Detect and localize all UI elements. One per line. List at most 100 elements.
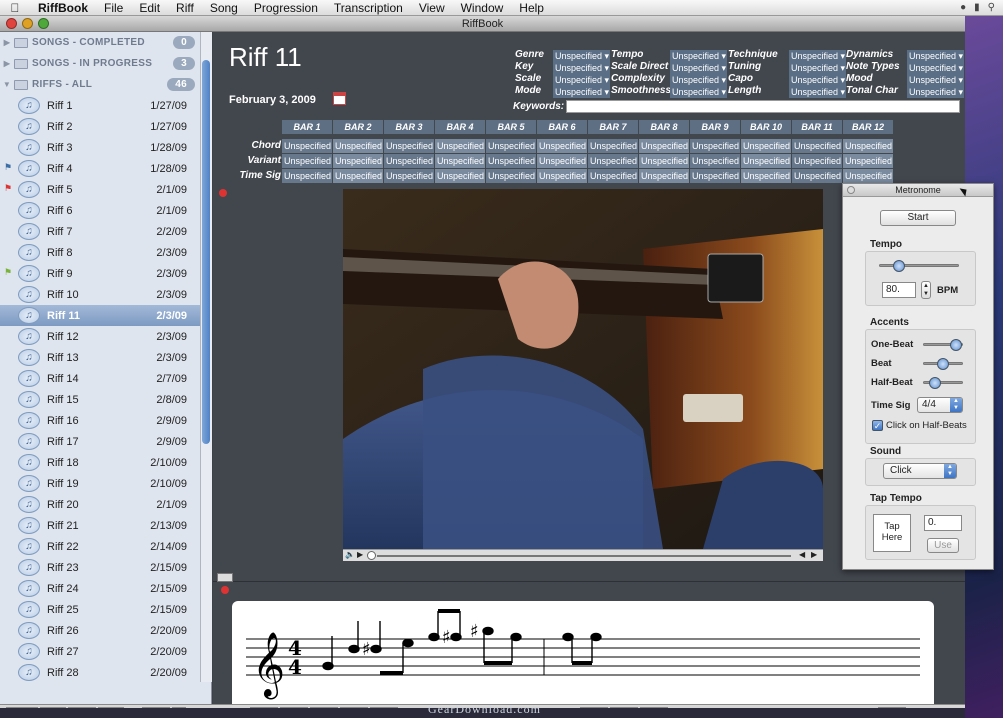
meta-value-dropdown[interactable]: Unspecified ▾ (789, 62, 846, 74)
meta-value-dropdown[interactable]: Unspecified ▾ (907, 74, 964, 86)
bar-cell-dropdown[interactable]: Unspecified ▾ (639, 139, 689, 153)
list-item[interactable]: ♫ Riff 27 2/20/09 (0, 641, 211, 662)
battery-icon[interactable]: ▮ (974, 2, 980, 13)
flag-dropdown-button[interactable]: ▾ (172, 707, 186, 708)
one-beat-slider-knob[interactable] (950, 339, 962, 351)
menu-file[interactable]: File (96, 1, 131, 15)
bar-cell-dropdown[interactable]: Unspecified ▾ (435, 139, 485, 153)
group-songs-in-progress[interactable]: ▶ SONGS - IN PROGRESS 3 (0, 53, 211, 74)
notes-button[interactable]: ✎ (250, 707, 278, 708)
menu-app[interactable]: RiffBook (30, 1, 96, 15)
bar-cell-dropdown[interactable]: Unspecified ▾ (435, 169, 485, 183)
bar-cell-dropdown[interactable]: Unspecified ▾ (384, 169, 434, 183)
bar-cell-dropdown[interactable]: Unspecified ▾ (537, 154, 587, 168)
rewind-icon[interactable]: ◀ (799, 550, 805, 559)
menu-view[interactable]: View (411, 1, 453, 15)
bar-cell-dropdown[interactable]: Unspecified ▾ (588, 139, 638, 153)
bar-cell-dropdown[interactable]: Unspecified ▾ (384, 139, 434, 153)
bar-cell-dropdown[interactable]: Unspecified ▾ (843, 139, 893, 153)
bar-cell-dropdown[interactable]: Unspecified ▾ (690, 154, 740, 168)
list-item[interactable]: ⚑ ♫ Riff 9 2/3/09 (0, 263, 211, 284)
sidebar-scroll-thumb[interactable] (202, 60, 210, 444)
bar-cell-dropdown[interactable]: Unspecified ▾ (792, 139, 842, 153)
bar-cell-dropdown[interactable]: Unspecified ▾ (537, 139, 587, 153)
record-audio-button[interactable]: 🎤 (280, 707, 308, 708)
bar-cell-dropdown[interactable]: Unspecified ▾ (639, 154, 689, 168)
bar-cell-dropdown[interactable]: Unspecified ▾ (333, 139, 383, 153)
status-icon[interactable]: ● (960, 2, 966, 13)
meta-value-dropdown[interactable]: Unspecified ▾ (907, 86, 964, 98)
meta-value-dropdown[interactable]: Unspecified ▾ (553, 74, 610, 86)
bar-cell-dropdown[interactable]: Unspecified ▾ (792, 169, 842, 183)
menu-progression[interactable]: Progression (246, 1, 326, 15)
bar-cell-dropdown[interactable]: Unspecified ▾ (741, 139, 791, 153)
bar-cell-dropdown[interactable]: Unspecified ▾ (282, 169, 332, 183)
menu-window[interactable]: Window (453, 1, 512, 15)
list-item[interactable]: ♫ Riff 11 2/3/09 (0, 305, 211, 326)
apple-icon[interactable]:  (0, 1, 30, 15)
list-item[interactable]: ♫ Riff 23 2/15/09 (0, 557, 211, 578)
scrubber-track[interactable] (377, 555, 791, 557)
list-item[interactable]: ♫ Riff 22 2/14/09 (0, 536, 211, 557)
bar-cell-dropdown[interactable]: Unspecified ▾ (588, 154, 638, 168)
minimize-button[interactable] (22, 18, 33, 29)
list-item[interactable]: ♫ Riff 16 2/9/09 (0, 410, 211, 431)
meta-value-dropdown[interactable]: Unspecified ▾ (553, 50, 610, 62)
menu-transcription[interactable]: Transcription (326, 1, 411, 15)
metronome-button[interactable]: △ (878, 707, 906, 708)
disclosure-down-icon[interactable]: ▼ (0, 80, 14, 89)
scrubber-knob[interactable] (367, 551, 376, 560)
bar-cell-dropdown[interactable]: Unspecified ▾ (333, 169, 383, 183)
bar-cell-dropdown[interactable]: Unspecified ▾ (486, 169, 536, 183)
bar-cell-dropdown[interactable]: Unspecified ▾ (741, 154, 791, 168)
bar-cell-dropdown[interactable]: Unspecified ▾ (282, 154, 332, 168)
meta-value-dropdown[interactable]: Unspecified ▾ (789, 50, 846, 62)
list-item[interactable]: ♫ Riff 25 2/15/09 (0, 599, 211, 620)
view-list-button[interactable]: ☰ (580, 707, 608, 708)
view-grid-button[interactable]: ⋯ (640, 707, 668, 708)
list-item[interactable]: ⚑ ♫ Riff 5 2/1/09 (0, 179, 211, 200)
list-item[interactable]: ♫ Riff 12 2/3/09 (0, 326, 211, 347)
spotlight-icon[interactable]: ⚲ (988, 2, 995, 13)
tempo-slider-track[interactable] (879, 264, 959, 267)
group-songs-completed[interactable]: ▶ SONGS - COMPLETED 0 (0, 32, 211, 53)
bar-cell-dropdown[interactable]: Unspecified ▾ (741, 169, 791, 183)
notation-button[interactable]: ♫ (340, 707, 368, 708)
pane-toggle-icon[interactable] (217, 573, 233, 582)
list-item[interactable]: ♫ Riff 1 1/27/09 (0, 95, 211, 116)
flag-icon[interactable]: ⚑ (4, 267, 12, 278)
list-item[interactable]: ♫ Riff 24 2/15/09 (0, 578, 211, 599)
tap-here-button[interactable]: Tap Here (873, 514, 911, 552)
bar-cell-dropdown[interactable]: Unspecified ▾ (486, 154, 536, 168)
time-sig-select[interactable]: 4/4 ▲ ▼ (917, 397, 963, 413)
meta-value-dropdown[interactable]: Unspecified ▾ (789, 74, 846, 86)
list-item[interactable]: ♫ Riff 20 2/1/09 (0, 494, 211, 515)
list-item[interactable]: ♫ Riff 28 2/20/09 (0, 662, 211, 683)
zoom-button[interactable] (38, 18, 49, 29)
bar-cell-dropdown[interactable]: Unspecified ▾ (690, 139, 740, 153)
tempo-slider-knob[interactable] (893, 260, 905, 272)
bar-cell-dropdown[interactable]: Unspecified ▾ (843, 169, 893, 183)
list-item[interactable]: ⚑ ♫ Riff 4 1/28/09 (0, 158, 211, 179)
bar-cell-dropdown[interactable]: Unspecified ▾ (282, 139, 332, 153)
bar-cell-dropdown[interactable]: Unspecified ▾ (537, 169, 587, 183)
add-menu-button[interactable]: +▾ (6, 707, 38, 708)
meta-value-dropdown[interactable]: Unspecified ▾ (553, 62, 610, 74)
tempo-input[interactable]: 80. (882, 282, 916, 298)
meta-value-dropdown[interactable]: Unspecified ▾ (670, 50, 727, 62)
list-item[interactable]: ♫ Riff 3 1/28/09 (0, 137, 211, 158)
disclosure-right-icon[interactable]: ▶ (0, 38, 14, 47)
use-button[interactable]: Use (927, 538, 959, 553)
list-item[interactable]: ♫ Riff 8 2/3/09 (0, 242, 211, 263)
bar-cell-dropdown[interactable]: Unspecified ▾ (843, 154, 893, 168)
tap-tempo-input[interactable]: 0. (924, 515, 962, 531)
bar-cell-dropdown[interactable]: Unspecified ▾ (588, 169, 638, 183)
play-icon[interactable]: ▶ (357, 550, 363, 559)
flag-icon[interactable]: ⚑ (4, 162, 12, 173)
half-beat-slider-knob[interactable] (929, 377, 941, 389)
calendar-icon[interactable] (333, 92, 346, 105)
bar-cell-dropdown[interactable]: Unspecified ▾ (486, 139, 536, 153)
menu-edit[interactable]: Edit (131, 1, 168, 15)
remove-button[interactable]: − (40, 707, 66, 708)
list-item[interactable]: ♫ Riff 6 2/1/09 (0, 200, 211, 221)
